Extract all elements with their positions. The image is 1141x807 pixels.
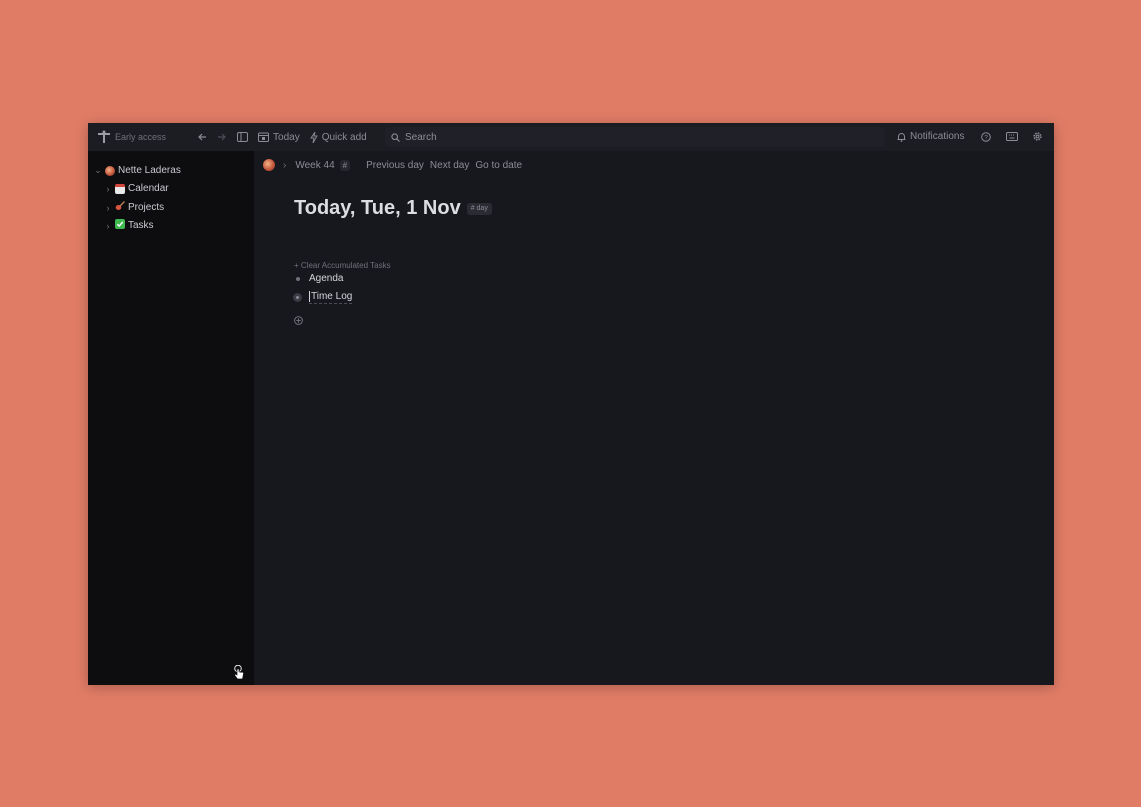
today-button[interactable]: Today xyxy=(258,132,300,143)
guitar-emoji-icon xyxy=(115,201,125,214)
avatar xyxy=(105,165,115,176)
app-window: Early access Today Quick add Search Noti… xyxy=(88,123,1054,685)
list-item[interactable]: Agenda xyxy=(294,273,343,284)
text-caret xyxy=(309,291,310,302)
sidebar-item-label: Calendar xyxy=(128,183,169,194)
quick-add-button[interactable]: Quick add xyxy=(309,131,367,143)
notifications-button[interactable]: Notifications xyxy=(897,131,964,142)
add-block-icon[interactable] xyxy=(294,312,303,325)
bullet-icon[interactable] xyxy=(296,276,300,281)
svg-text:?: ? xyxy=(984,134,988,141)
calendar-emoji-icon xyxy=(115,183,125,194)
chevron-right-icon[interactable]: › xyxy=(104,203,112,213)
block-label-text: Time Log xyxy=(311,291,353,303)
checkmark-emoji-icon xyxy=(115,219,125,232)
sidebar: ⌄ Nette Laderas › Calendar › Projects › … xyxy=(88,151,254,685)
avatar[interactable] xyxy=(263,159,275,171)
clear-accumulated-tasks-button[interactable]: + Clear Accumulated Tasks xyxy=(294,261,391,270)
keyboard-icon[interactable] xyxy=(1006,132,1018,141)
search-input[interactable]: Search xyxy=(385,127,885,147)
sidebar-item-projects[interactable]: › Projects xyxy=(104,201,164,214)
sidebar-item-tasks[interactable]: › Tasks xyxy=(104,219,154,232)
bolt-icon xyxy=(309,131,318,143)
chevron-right-icon: › xyxy=(283,159,287,171)
chevron-right-icon[interactable]: › xyxy=(104,221,112,231)
early-access-label[interactable]: Early access xyxy=(115,132,166,142)
chevron-down-icon[interactable]: ⌄ xyxy=(94,165,102,176)
today-label: Today xyxy=(273,131,300,143)
quick-add-label: Quick add xyxy=(321,131,367,143)
hash-badge[interactable]: # xyxy=(339,159,351,171)
list-item[interactable]: Time Log xyxy=(293,291,353,305)
sidebar-item-label: Tasks xyxy=(128,220,154,231)
block-label-time-log[interactable]: Time Log xyxy=(309,291,353,305)
previous-day-link[interactable]: Previous day xyxy=(366,160,424,171)
go-to-date-link[interactable]: Go to date xyxy=(475,160,522,171)
collapsed-bullet-icon[interactable] xyxy=(293,293,302,303)
back-arrow-icon[interactable] xyxy=(197,132,207,142)
bell-icon xyxy=(897,132,906,142)
next-day-link[interactable]: Next day xyxy=(430,160,469,171)
calendar-icon xyxy=(258,132,270,142)
page-title[interactable]: Today, Tue, 1 Nov xyxy=(294,197,461,220)
chevron-right-icon[interactable]: › xyxy=(104,184,112,194)
sidebar-item-label: Projects xyxy=(128,202,165,213)
notifications-label: Notifications xyxy=(910,131,965,142)
hand-cursor-icon xyxy=(233,664,245,681)
forward-arrow-icon[interactable] xyxy=(217,132,227,142)
block-label-agenda[interactable]: Agenda xyxy=(309,273,343,284)
sidebar-toggle-icon[interactable] xyxy=(237,132,249,142)
breadcrumb-week[interactable]: Week 44 xyxy=(295,160,334,171)
page-title-row: Today, Tue, 1 Nov # day xyxy=(294,197,492,220)
logo-icon[interactable] xyxy=(97,130,111,144)
breadcrumb: › Week 44 # Previous day Next day Go to … xyxy=(263,157,522,173)
day-tag-badge[interactable]: # day xyxy=(466,202,492,215)
gear-icon[interactable] xyxy=(1032,131,1043,142)
sidebar-workspace-label: Nette Laderas xyxy=(118,165,181,176)
search-icon xyxy=(391,132,400,142)
search-placeholder: Search xyxy=(405,131,437,143)
sidebar-workspace-row[interactable]: ⌄ Nette Laderas xyxy=(94,165,181,176)
main-content: › Week 44 # Previous day Next day Go to … xyxy=(254,151,1054,685)
help-icon[interactable]: ? xyxy=(981,132,991,142)
sidebar-item-calendar[interactable]: › Calendar xyxy=(104,183,169,194)
top-bar: Early access Today Quick add Search Noti… xyxy=(88,123,1054,151)
